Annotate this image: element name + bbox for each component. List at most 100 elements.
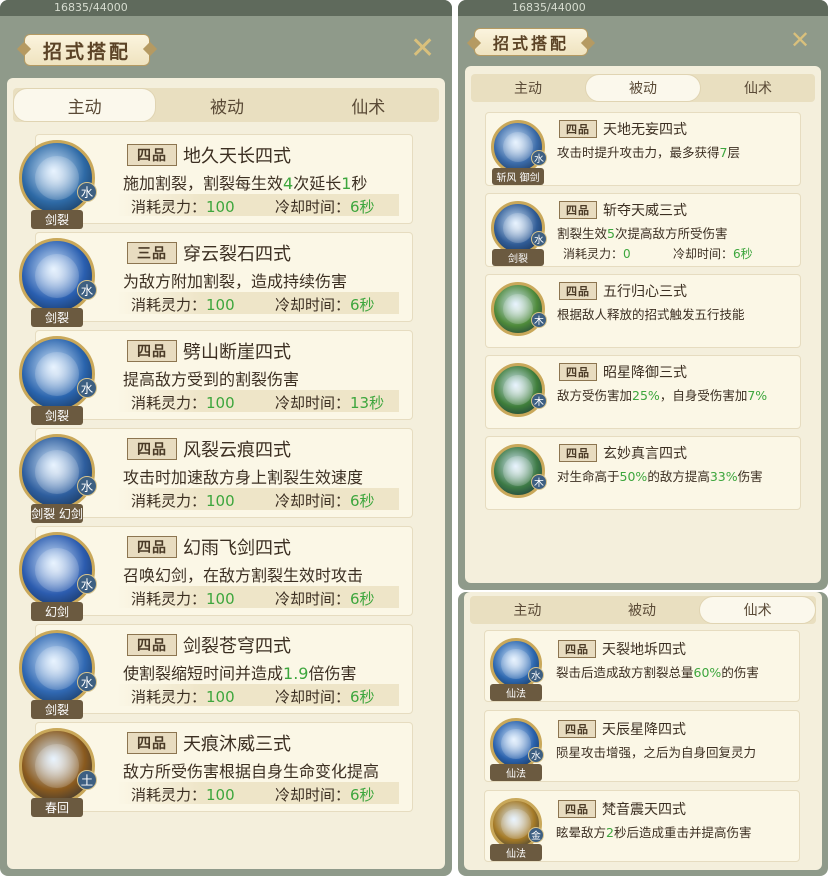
cooldown-stat: 冷却时间：6秒 (275, 196, 375, 217)
desc-part: 提高敌方受到的割裂伤害 (123, 370, 300, 389)
element-badge: 木 (531, 311, 547, 328)
skill-desc: 裂击后造成敌方割裂总量60%的伤害 (556, 662, 759, 681)
skill-desc: 使割裂缩短时间并造成1.9倍伤害 (123, 660, 356, 684)
desc-part: 层 (727, 145, 740, 160)
desc-part: 伤害 (737, 469, 763, 484)
desc-part: 的敌方提高 (647, 469, 710, 484)
grade-label: 四品 (558, 720, 596, 738)
panel-body: 主动 被动 仙术 水仙法 四品 天裂地坼四式 裂击后造成敌方割裂总量60%的伤害水仙法… (464, 592, 822, 870)
skill-icon (19, 140, 95, 216)
close-icon[interactable]: ✕ (410, 34, 435, 64)
skill-glow (34, 253, 80, 299)
tab-bar: 主动 被动 仙术 (13, 88, 439, 122)
skill-tag: 剑裂 (31, 210, 83, 229)
skill-name: 剑裂苍穹四式 (183, 636, 291, 657)
grade-label: 四品 (127, 438, 177, 460)
desc-part: 割裂生效 (557, 226, 608, 241)
cooldown-value: 6秒 (350, 198, 375, 216)
skill-icon (19, 336, 95, 412)
cost-label: 消耗灵力： (131, 394, 207, 412)
tab-immortal[interactable]: 仙术 (699, 596, 817, 624)
desc-part: ，自身受伤害加 (659, 388, 748, 403)
skill-name: 昭星降御三式 (603, 365, 687, 381)
element-badge: 木 (531, 392, 547, 409)
cost-label: 消耗灵力： (131, 688, 207, 706)
desc-part: 60% (693, 665, 722, 680)
cooldown-value: 13秒 (350, 394, 385, 412)
element-badge: 水 (531, 149, 547, 166)
grade-label: 四品 (559, 363, 597, 381)
desc-part: 攻击时提升攻击力，最多获得 (557, 145, 720, 160)
top-strip: 16835/44000 (458, 0, 828, 16)
element-badge: 金 (528, 826, 544, 843)
skill-glow (502, 293, 534, 325)
cost-value: 100 (206, 492, 235, 510)
cost-value: 100 (206, 296, 235, 314)
skill-glow (34, 547, 80, 593)
tab-passive[interactable]: 被动 (585, 74, 701, 102)
tab-immortal[interactable]: 仙术 (701, 74, 815, 102)
cooldown-label: 冷却时间： (673, 247, 734, 261)
skill-glow (34, 155, 80, 201)
grade-label: 四品 (558, 640, 596, 658)
desc-part: 50% (619, 469, 648, 484)
tab-bar: 主动 被动 仙术 (470, 596, 817, 624)
tab-active[interactable]: 主动 (13, 88, 157, 122)
tab-active[interactable]: 主动 (471, 74, 585, 102)
desc-part: 使割裂缩短时间并造成 (123, 664, 284, 683)
grade-label: 四品 (127, 732, 177, 754)
skill-icon (491, 120, 545, 174)
tab-active[interactable]: 主动 (470, 596, 585, 624)
cooldown-value: 6秒 (733, 247, 753, 261)
grade-label: 四品 (559, 444, 597, 462)
cooldown-stat: 冷却时间：6秒 (275, 294, 375, 315)
skill-desc: 眩晕敌方2秒后造成重击并提高伤害 (556, 822, 751, 841)
close-icon[interactable]: ✕ (790, 28, 810, 52)
desc-part: 眩晕敌方 (556, 825, 607, 840)
cost-label: 消耗灵力： (131, 492, 207, 510)
cost-value: 100 (206, 786, 235, 804)
cooldown-value: 6秒 (350, 590, 375, 608)
desc-part: 秒后造成重击并提高伤害 (613, 825, 752, 840)
tab-passive[interactable]: 被动 (585, 596, 700, 624)
cooldown-value: 6秒 (350, 492, 375, 510)
skill-icon (491, 363, 545, 417)
skill-icon (19, 238, 95, 314)
desc-part: 根据敌人释放的招式触发五行技能 (557, 307, 745, 322)
skill-glow (34, 743, 80, 789)
grade-label: 三品 (127, 242, 177, 264)
cost-stat: 消耗灵力：100 (131, 784, 235, 805)
desc-part: 秒 (351, 174, 368, 193)
desc-part: 倍伤害 (308, 664, 357, 683)
tab-immortal[interactable]: 仙术 (298, 88, 439, 122)
skill-tag: 幻剑 (31, 602, 83, 621)
skill-name: 劈山断崖四式 (183, 342, 291, 363)
tab-bar: 主动 被动 仙术 (471, 74, 815, 102)
skill-panel-active: 16835/44000 招式搭配 ✕ 主动 被动 仙术 水剑裂 四品 地久天长四式施… (0, 0, 452, 876)
grade-label: 四品 (559, 120, 597, 138)
desc-part: 1 (341, 174, 352, 193)
tab-passive[interactable]: 被动 (156, 88, 297, 122)
element-badge: 水 (528, 666, 544, 683)
desc-part: 敌方受伤害加 (557, 388, 633, 403)
panel-body: 主动 被动 仙术 水斩风 御剑 四品 天地无妄四式 攻击时提升攻击力，最多获得7层水剑… (465, 66, 821, 583)
cooldown-stat: 冷却时间：6秒 (275, 588, 375, 609)
cost-value: 100 (206, 688, 235, 706)
cooldown-label: 冷却时间： (275, 786, 351, 804)
skill-panel-immortal: 主动 被动 仙术 水仙法 四品 天裂地坼四式 裂击后造成敌方割裂总量60%的伤害水仙法… (458, 592, 828, 876)
skill-icon (19, 532, 95, 608)
cost-stat: 消耗灵力：100 (131, 588, 235, 609)
skill-desc: 攻击时提升攻击力，最多获得7层 (557, 142, 740, 161)
skill-glow (502, 374, 534, 406)
skill-panel-passive: 16835/44000 招式搭配 ✕ 主动 被动 仙术 水斩风 御剑 四品 天地无妄… (458, 0, 828, 590)
cooldown-label: 冷却时间： (275, 198, 351, 216)
skill-glow (501, 729, 531, 759)
cooldown-label: 冷却时间： (275, 296, 351, 314)
cooldown-stat: 冷却时间：6秒 (275, 686, 375, 707)
skill-name: 玄妙真言四式 (603, 446, 687, 462)
element-badge: 水 (77, 377, 97, 398)
skill-glow (34, 351, 80, 397)
skill-tag: 斩风 御剑 (492, 168, 544, 185)
cooldown-value: 6秒 (350, 688, 375, 706)
cooldown-stat: 冷却时间：6秒 (673, 245, 753, 262)
